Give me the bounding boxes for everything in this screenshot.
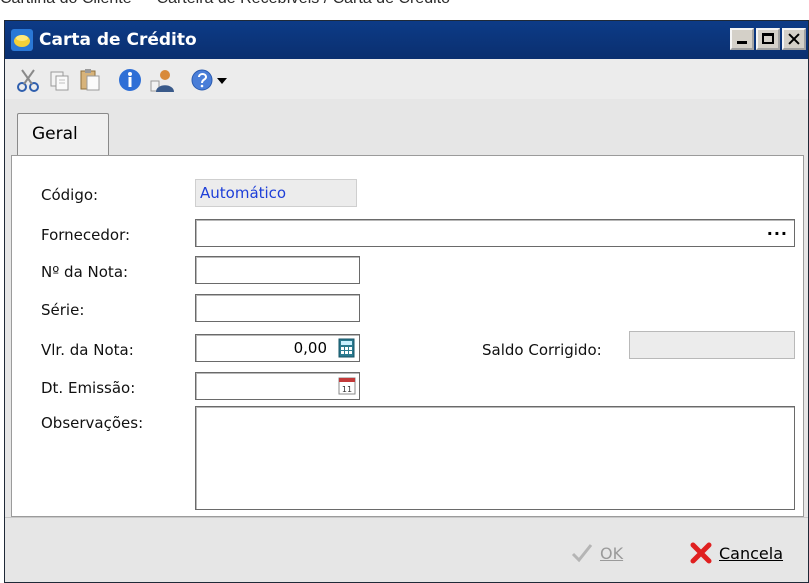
carta-de-credito-window: Carta de Crédito Geral Código: Automátic… bbox=[4, 20, 809, 583]
codigo-field: Automático bbox=[195, 179, 357, 207]
copy-icon[interactable] bbox=[47, 67, 73, 93]
observacoes-textarea[interactable] bbox=[195, 406, 795, 510]
emissao-field[interactable]: 11 bbox=[195, 372, 360, 400]
help-icon[interactable] bbox=[189, 67, 215, 93]
window-title: Carta de Crédito bbox=[39, 30, 197, 50]
nota-field[interactable] bbox=[195, 256, 360, 284]
app-icon bbox=[11, 29, 33, 51]
toolbar bbox=[5, 59, 808, 100]
svg-text:11: 11 bbox=[342, 385, 352, 394]
footer-bar: OK Cancela bbox=[5, 517, 808, 582]
close-button[interactable] bbox=[782, 28, 806, 50]
cut-icon[interactable] bbox=[15, 67, 41, 93]
fornecedor-label: Fornecedor: bbox=[41, 226, 131, 244]
tab-strip: Geral bbox=[5, 99, 808, 155]
background-caption: Cartilha do Cliente — Carteira de Recebí… bbox=[0, 0, 809, 8]
paste-icon[interactable] bbox=[77, 67, 103, 93]
observacoes-label: Observações: bbox=[41, 414, 144, 432]
check-icon bbox=[571, 544, 593, 563]
x-icon bbox=[690, 542, 712, 564]
window-controls bbox=[730, 28, 806, 50]
calculator-icon[interactable] bbox=[337, 338, 357, 358]
tab-geral[interactable]: Geral bbox=[17, 113, 109, 155]
fornecedor-lookup-button[interactable]: ... bbox=[767, 220, 788, 239]
user-icon[interactable] bbox=[149, 67, 175, 93]
codigo-value: Automático bbox=[200, 184, 287, 202]
calendar-icon[interactable]: 11 bbox=[337, 376, 357, 396]
nota-label: Nº da Nota: bbox=[41, 263, 129, 281]
valor-field[interactable]: 0,00 bbox=[195, 334, 360, 362]
info-icon[interactable] bbox=[117, 67, 143, 93]
emissao-label: Dt. Emissão: bbox=[41, 379, 136, 397]
fornecedor-field[interactable]: ... bbox=[195, 219, 795, 247]
serie-label: Série: bbox=[41, 301, 85, 319]
cancel-button[interactable]: Cancela bbox=[689, 542, 783, 564]
minimize-button[interactable] bbox=[730, 28, 754, 50]
cancel-label: Cancela bbox=[719, 543, 784, 563]
title-bar[interactable]: Carta de Crédito bbox=[5, 21, 808, 59]
valor-value: 0,00 bbox=[293, 339, 327, 357]
maximize-button[interactable] bbox=[756, 28, 780, 50]
tab-geral-label: Geral bbox=[32, 124, 78, 144]
valor-label: Vlr. da Nota: bbox=[41, 341, 134, 359]
ok-label: OK bbox=[600, 543, 624, 563]
ok-button[interactable]: OK bbox=[570, 542, 623, 564]
codigo-label: Código: bbox=[41, 186, 99, 204]
serie-field[interactable] bbox=[195, 294, 360, 322]
form-panel: Código: Automático Fornecedor: ... Nº da… bbox=[11, 155, 804, 517]
saldo-field bbox=[629, 331, 795, 359]
chevron-down-icon[interactable] bbox=[215, 67, 229, 93]
saldo-label: Saldo Corrigido: bbox=[482, 341, 602, 359]
